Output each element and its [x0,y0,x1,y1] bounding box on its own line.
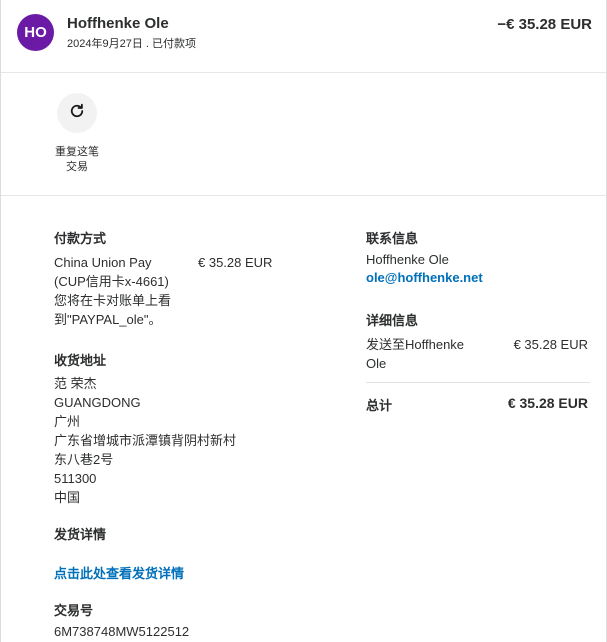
transaction-date-status: 2024年9月27日 . 已付款项 [67,38,196,50]
contact-info-heading: 联系信息 [366,231,419,246]
payment-method-heading: 付款方式 [54,231,107,246]
refresh-icon [68,102,86,125]
payment-method-line: China Union Pay [54,255,152,270]
details-divider [366,382,590,383]
merchant-name: Hoffhenke Ole [67,15,169,32]
payment-method-line: 您将在卡对账单上看 [54,293,172,308]
contact-name: Hoffhenke Ole [366,252,449,267]
total-amount: € 35.28 EUR [507,395,588,411]
sent-to-line: 发送至Hoffhenke [366,337,465,352]
shipping-details-heading: 发货详情 [54,527,107,542]
address-line: 东八巷2号 [54,452,114,467]
transaction-header: HO Hoffhenke Ole 2024年9月27日 . 已付款项 −€ 35… [1,0,606,73]
payment-method-line: (CUP信用卡x-4661) [54,274,169,289]
address-line: GUANGDONG [54,395,141,410]
address-line: 范 荣杰 [54,376,97,391]
shipping-address: 范 荣杰 GUANGDONG 广州 广东省增城市派潭镇背阴村新村 东八巷2号 5… [54,374,314,507]
merchant-avatar: HO [17,14,54,51]
shipping-address-heading: 收货地址 [54,353,107,368]
transaction-id: 6M738748MW5122512 [54,624,190,639]
address-line: 广州 [54,414,81,429]
repeat-transaction-button[interactable] [57,93,97,133]
payment-method-line: 到"PAYPAL_ole"。 [54,312,162,327]
repeat-transaction-label[interactable]: 重复这笔 交易 [47,145,107,175]
total-label: 总计 [366,398,393,413]
repeat-label-line2: 交易 [66,161,88,173]
sent-to-text: 发送至Hoffhenke Ole [366,335,496,373]
view-shipping-details-link[interactable]: 点击此处查看发货详情 [54,563,184,582]
transaction-id-heading: 交易号 [54,603,94,618]
payment-method-text: China Union Pay (CUP信用卡x-4661) 您将在卡对账单上看… [54,253,194,329]
address-line: 中国 [54,490,81,505]
transaction-detail-panel: HO Hoffhenke Ole 2024年9月27日 . 已付款项 −€ 35… [0,0,607,642]
sent-to-line: Ole [366,356,387,371]
payment-method-amount: € 35.28 EUR [198,255,273,270]
transaction-amount: −€ 35.28 EUR [497,16,592,33]
contact-email-link[interactable]: ole@hoffhenke.net [366,270,483,285]
address-line: 广东省增城市派潭镇背阴村新村 [54,433,237,448]
address-line: 511300 [54,471,97,486]
repeat-label-line1: 重复这笔 [55,146,99,158]
actions-bar: 重复这笔 交易 [1,73,606,196]
sent-to-amount: € 35.28 EUR [513,337,588,352]
details-heading: 详细信息 [366,313,419,328]
